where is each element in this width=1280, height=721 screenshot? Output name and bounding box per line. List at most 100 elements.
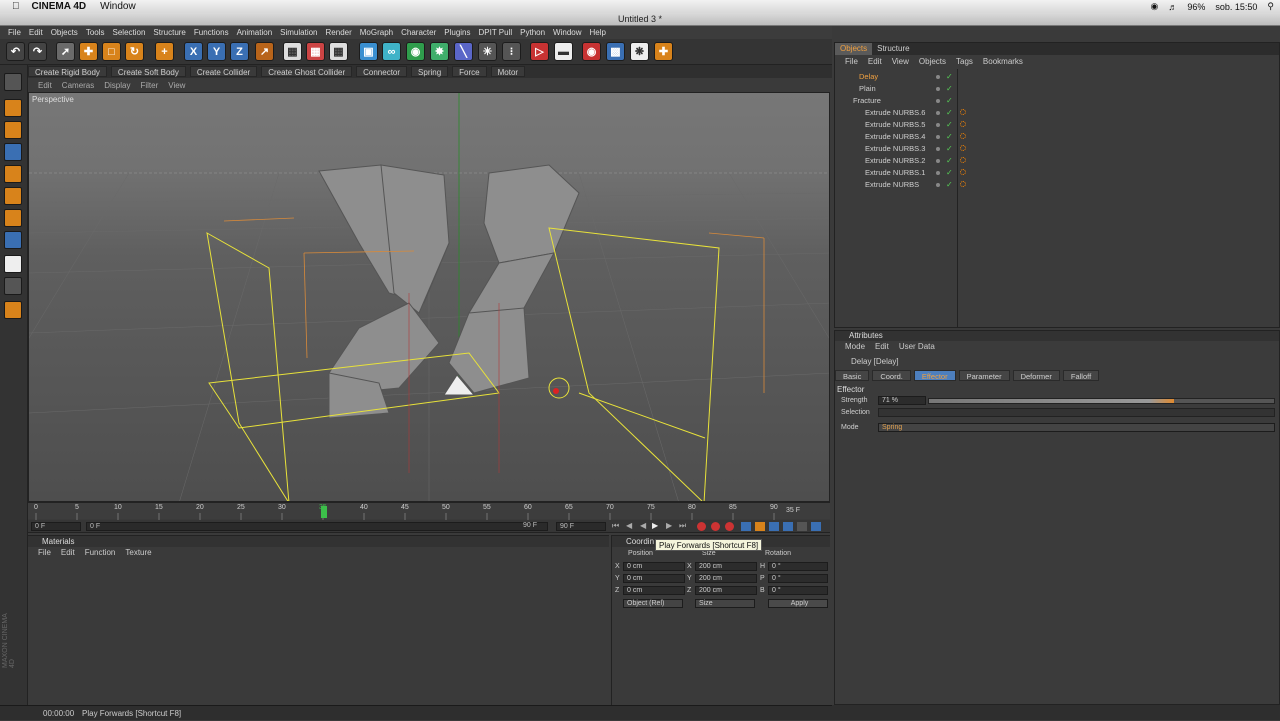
rot-h-field[interactable]: 0 °	[768, 562, 828, 571]
dynamics-tag-icon[interactable]	[960, 121, 966, 127]
parameter-key-icon[interactable]	[783, 522, 793, 531]
axis-mode-icon[interactable]	[4, 143, 22, 161]
menu-dpit-pull[interactable]: DPIT Pull	[479, 28, 513, 37]
object-row-extrude-4[interactable]: Extrude NURBS.4 ✓	[835, 131, 1279, 143]
locked-workplane-icon[interactable]	[4, 301, 22, 319]
create-rigid-body-button[interactable]: Create Rigid Body	[28, 66, 107, 77]
dynamics-tag-icon[interactable]	[960, 157, 966, 163]
materials-menu-edit[interactable]: Edit	[61, 548, 75, 559]
tab-effector[interactable]: Effector	[913, 370, 956, 381]
om-menu-edit[interactable]: Edit	[868, 56, 882, 68]
pla-key-icon[interactable]	[797, 522, 807, 531]
connector-button[interactable]: Connector	[356, 66, 408, 77]
start-frame-field[interactable]: 0 F	[31, 522, 81, 531]
battery-level[interactable]: 96%	[1187, 2, 1205, 12]
timeline-ruler[interactable]: 0 5 10 15 20 25 30 35 40 45 50 55 60 65 …	[28, 502, 830, 520]
om-menu-bookmarks[interactable]: Bookmarks	[983, 56, 1023, 68]
visibility-dot[interactable]	[936, 159, 940, 163]
keyframe-selection-icon[interactable]	[725, 522, 734, 531]
dynamics-tag-icon[interactable]	[960, 169, 966, 175]
end-frame-field[interactable]: 90 F	[556, 522, 606, 531]
size-x-field[interactable]: 200 cm	[695, 562, 757, 571]
om-menu-objects[interactable]: Objects	[919, 56, 946, 68]
viewport-menu-cameras[interactable]: Cameras	[62, 81, 94, 90]
menu-help[interactable]: Help	[590, 28, 606, 37]
visibility-dot[interactable]	[936, 87, 940, 91]
materials-menu-texture[interactable]: Texture	[125, 548, 151, 559]
pos-z-field[interactable]: 0 cm	[623, 586, 685, 595]
strength-slider[interactable]	[928, 398, 1275, 404]
preview-range-slider[interactable]: 0 F	[86, 522, 548, 531]
menu-animation[interactable]: Animation	[237, 28, 273, 37]
rot-b-field[interactable]: 0 °	[768, 586, 828, 595]
camera-icon[interactable]: ▷	[530, 42, 549, 61]
visibility-dot[interactable]	[936, 135, 940, 139]
visibility-dot[interactable]	[936, 183, 940, 187]
record-icon[interactable]	[697, 522, 706, 531]
visibility-dot[interactable]	[936, 111, 940, 115]
attr-menu-mode[interactable]: Mode	[845, 342, 865, 353]
live-select-icon[interactable]: +	[155, 42, 174, 61]
menu-python[interactable]: Python	[520, 28, 545, 37]
materials-menu-file[interactable]: File	[38, 548, 51, 559]
enabled-check-icon[interactable]: ✓	[946, 143, 953, 155]
move-tool-icon[interactable]: ✚	[79, 42, 98, 61]
object-row-extrude-1[interactable]: Extrude NURBS.1 ✓	[835, 167, 1279, 179]
menu-tools[interactable]: Tools	[86, 28, 105, 37]
attr-menu-edit[interactable]: Edit	[875, 342, 889, 353]
edges-mode-icon[interactable]	[4, 187, 22, 205]
x-axis-icon[interactable]: X	[184, 42, 203, 61]
pos-y-field[interactable]: 0 cm	[623, 574, 685, 583]
fracture-icon[interactable]: ▩	[606, 42, 625, 61]
volume-icon[interactable]: ♬	[1168, 2, 1177, 12]
object-row-fracture[interactable]: Fracture ✓	[835, 95, 1279, 107]
strength-field[interactable]: 71 %	[878, 396, 926, 405]
visibility-dot[interactable]	[936, 75, 940, 79]
rotation-key-icon[interactable]	[769, 522, 779, 531]
enabled-check-icon[interactable]: ✓	[946, 167, 953, 179]
create-collider-button[interactable]: Create Collider	[189, 66, 258, 77]
visibility-dot[interactable]	[936, 99, 940, 103]
render-picture-icon[interactable]: ▦	[306, 42, 325, 61]
coordinate-mode-dropdown[interactable]: Object (Rel)	[623, 599, 683, 608]
selection-link-field[interactable]	[878, 408, 1275, 417]
viewport-menu-edit[interactable]: Edit	[38, 81, 52, 90]
enabled-check-icon[interactable]: ✓	[946, 131, 953, 143]
rotate-tool-icon[interactable]: ↻	[125, 42, 144, 61]
play-backwards-icon[interactable]: ◀	[640, 521, 646, 530]
nurbs-icon[interactable]: ◉	[406, 42, 425, 61]
z-axis-icon[interactable]: Z	[230, 42, 249, 61]
menu-character[interactable]: Character	[401, 28, 436, 37]
coord-system-icon[interactable]: ↗	[255, 42, 274, 61]
dynamics-tag-icon[interactable]	[960, 133, 966, 139]
enabled-check-icon[interactable]: ✓	[946, 71, 953, 83]
workplane-icon[interactable]	[4, 255, 22, 273]
enabled-check-icon[interactable]: ✓	[946, 119, 953, 131]
step-forward-icon[interactable]: ▶	[666, 521, 672, 530]
object-row-delay[interactable]: Delay ✓	[835, 71, 1279, 83]
motor-button[interactable]: Motor	[490, 66, 526, 77]
tab-objects[interactable]: Objects	[835, 43, 873, 55]
app-name[interactable]: CINEMA 4D	[32, 1, 87, 12]
scale-tool-icon[interactable]: □	[102, 42, 121, 61]
materials-menu-function[interactable]: Function	[85, 548, 116, 559]
menu-selection[interactable]: Selection	[113, 28, 146, 37]
texture-mode-icon[interactable]	[4, 121, 22, 139]
menu-structure[interactable]: Structure	[153, 28, 185, 37]
size-y-field[interactable]: 200 cm	[695, 574, 757, 583]
om-menu-file[interactable]: File	[845, 56, 858, 68]
object-row-extrude-3[interactable]: Extrude NURBS.3 ✓	[835, 143, 1279, 155]
tab-structure[interactable]: Structure	[872, 43, 914, 55]
visibility-dot[interactable]	[936, 123, 940, 127]
select-tool-icon[interactable]: ➚	[56, 42, 75, 61]
visibility-dot[interactable]	[936, 147, 940, 151]
tab-coord[interactable]: Coord.	[872, 370, 911, 381]
floor-icon[interactable]: ▬	[554, 42, 573, 61]
model-mode-icon[interactable]	[4, 99, 22, 117]
render-settings-icon[interactable]: ▦	[329, 42, 348, 61]
playback-settings-icon[interactable]	[811, 522, 821, 531]
menu-mograph[interactable]: MoGraph	[360, 28, 393, 37]
force-button[interactable]: Force	[452, 66, 487, 77]
enable-axis-icon[interactable]	[4, 231, 22, 249]
create-ghost-collider-button[interactable]: Create Ghost Collider	[261, 66, 353, 77]
